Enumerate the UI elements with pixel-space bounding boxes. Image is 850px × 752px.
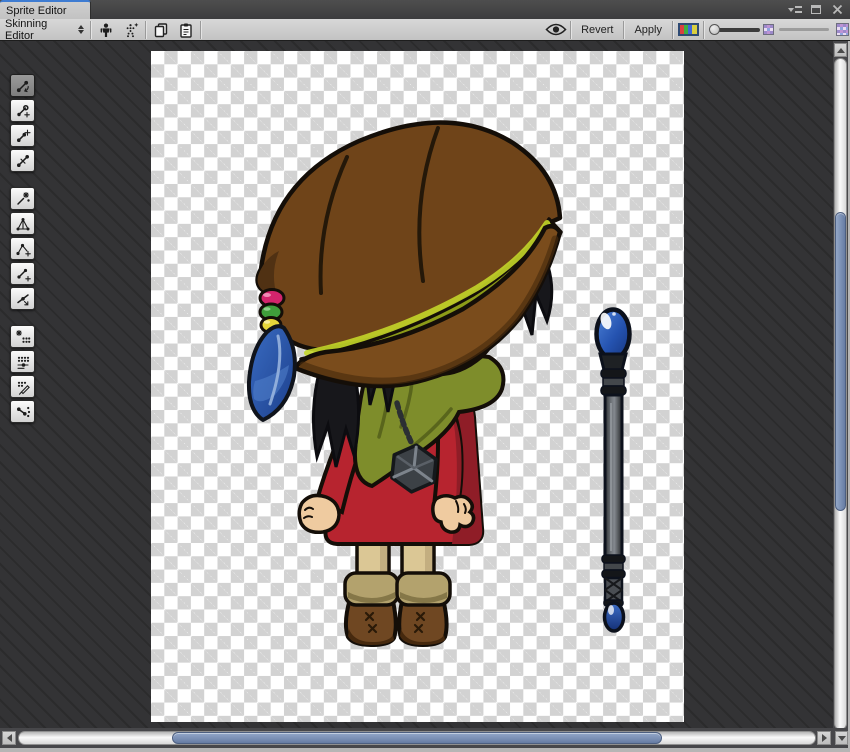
texture-thumb-icon-2 <box>836 23 849 36</box>
up-arrow-icon <box>837 48 845 53</box>
preview-pose-icon <box>15 78 31 94</box>
horizontal-scrollbar[interactable] <box>0 728 833 748</box>
scroll-down-arrow[interactable] <box>835 731 848 745</box>
revert-button[interactable]: Revert <box>573 20 621 40</box>
scroll-right-arrow[interactable] <box>817 731 831 745</box>
tab-title: Sprite Editor <box>6 5 67 17</box>
copy-button[interactable] <box>148 20 173 40</box>
create-bone-button[interactable] <box>10 124 35 147</box>
tab-sprite-editor[interactable]: Sprite Editor <box>0 0 91 19</box>
scroll-up-arrow[interactable] <box>834 43 847 57</box>
auto-geometry-button[interactable] <box>10 187 35 210</box>
split-bone-icon <box>15 153 31 169</box>
toolbar-separator <box>703 21 704 39</box>
mode-label: Skinning Editor <box>5 18 78 42</box>
weight-slider-icon <box>15 354 31 370</box>
dotted-character-icon <box>123 22 139 38</box>
rgb-swatch-button[interactable] <box>675 20 701 40</box>
edit-geometry-icon <box>15 216 31 232</box>
edit-joints-icon <box>15 103 31 119</box>
window-edge-bottom <box>0 748 850 752</box>
down-arrow-icon <box>838 736 846 741</box>
bone-influence-icon <box>15 404 31 420</box>
bone-tools-group <box>10 74 35 172</box>
slider-track[interactable] <box>779 28 829 31</box>
toolbar-separator <box>90 21 91 39</box>
vertical-scroll-thumb[interactable] <box>835 212 846 511</box>
toolbar-separator <box>672 21 673 39</box>
paste-icon <box>178 22 194 38</box>
toolbar-separator <box>623 21 624 39</box>
scroll-left-arrow[interactable] <box>2 731 16 745</box>
horizontal-scroll-thumb[interactable] <box>172 732 662 744</box>
split-edge-icon <box>15 291 31 307</box>
create-edge-icon <box>15 266 31 282</box>
create-vertex-button[interactable] <box>10 237 35 260</box>
slider-track[interactable] <box>714 28 760 32</box>
sprite-canvas[interactable] <box>151 51 684 722</box>
close-icon[interactable] <box>830 3 844 16</box>
horizontal-scroll-track[interactable] <box>18 731 816 745</box>
edit-joints-button[interactable] <box>10 99 35 122</box>
apply-button[interactable]: Apply <box>626 20 670 40</box>
witch-hat <box>258 122 561 386</box>
copy-icon <box>153 22 169 38</box>
weight-brush-icon <box>15 379 31 395</box>
auto-geometry-icon <box>15 191 31 207</box>
split-edge-button[interactable] <box>10 287 35 310</box>
editor-content <box>0 41 850 752</box>
auto-weights-button[interactable] <box>10 325 35 348</box>
dropdown-arrows-icon <box>78 25 84 34</box>
opacity-slider-right[interactable] <box>779 20 831 40</box>
skinning-tool-panel <box>10 74 35 438</box>
maximize-icon[interactable] <box>809 3 823 16</box>
geometry-tools-group <box>10 187 35 310</box>
eye-icon <box>545 23 567 36</box>
toolbar-separator <box>145 21 146 39</box>
weight-brush-button[interactable] <box>10 375 35 398</box>
tab-bar: Sprite Editor <box>0 0 850 19</box>
left-arrow-icon <box>7 734 12 742</box>
magic-staff <box>597 310 630 632</box>
rgb-swatch-icon <box>678 23 699 36</box>
hat-feather <box>249 326 295 420</box>
weight-tools-group <box>10 325 35 423</box>
auto-weights-icon <box>15 329 31 345</box>
preview-pose-button[interactable] <box>10 74 35 97</box>
pane-menu-icon[interactable] <box>788 3 802 16</box>
create-bone-icon <box>15 128 31 144</box>
sprite-editor-window: Sprite Editor Skinning Editor <box>0 0 850 752</box>
opacity-slider-left[interactable] <box>709 20 761 40</box>
vertical-scroll-track[interactable] <box>834 58 847 730</box>
create-edge-button[interactable] <box>10 262 35 285</box>
texture-thumb-icon <box>763 24 774 35</box>
toolbar-separator <box>570 21 571 39</box>
visibility-button[interactable] <box>543 20 568 40</box>
character-icon <box>98 22 114 38</box>
character-button[interactable] <box>93 20 118 40</box>
vertical-scrollbar[interactable] <box>833 41 848 748</box>
bone-influence-button[interactable] <box>10 400 35 423</box>
split-bone-button[interactable] <box>10 149 35 172</box>
right-arrow-icon <box>822 734 827 742</box>
weight-slider-button[interactable] <box>10 350 35 373</box>
slider-handle[interactable] <box>709 24 720 35</box>
window-controls <box>788 0 844 19</box>
dotted-character-button[interactable] <box>118 20 143 40</box>
mode-dropdown[interactable]: Skinning Editor <box>0 20 88 40</box>
paste-button[interactable] <box>173 20 198 40</box>
sprite-artwork <box>151 51 684 722</box>
create-vertex-icon <box>15 241 31 257</box>
main-toolbar: Skinning Editor <box>0 19 850 41</box>
toolbar-separator <box>200 21 201 39</box>
witch-boot-cuffs <box>345 573 450 605</box>
witch-girl-character <box>249 122 561 645</box>
edit-geometry-button[interactable] <box>10 212 35 235</box>
